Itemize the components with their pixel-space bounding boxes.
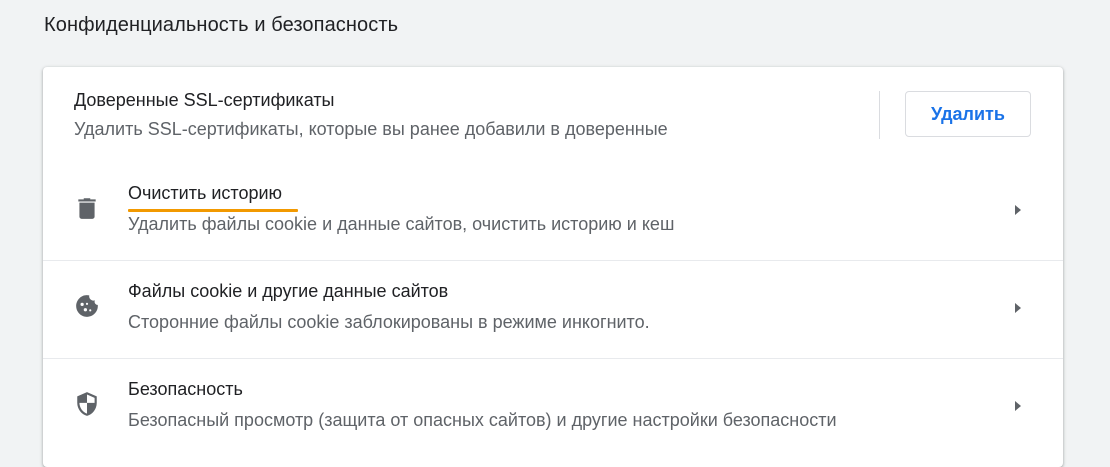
ssl-certificates-row: Доверенные SSL-сертификаты Удалить SSL-с… — [43, 67, 1063, 165]
ssl-certificates-subtitle: Удалить SSL-сертификаты, которые вы ране… — [74, 119, 668, 139]
shield-icon — [77, 392, 97, 416]
security-row[interactable]: Безопасность Безопасный просмотр (защита… — [43, 358, 1063, 457]
privacy-security-card: Доверенные SSL-сертификаты Удалить SSL-с… — [43, 67, 1063, 467]
section-title: Конфиденциальность и безопасность — [44, 14, 399, 36]
clear-history-title: Очистить историю — [128, 183, 283, 203]
trash-icon — [78, 198, 96, 219]
cookies-title: Файлы cookie и другие данные сайтов — [128, 281, 449, 301]
clear-history-subtitle: Удалить файлы cookie и данные сайтов, оч… — [128, 214, 675, 234]
cookie-icon — [76, 295, 98, 317]
arrow-right-icon — [1015, 303, 1021, 313]
vertical-divider — [879, 91, 880, 139]
ssl-certificates-title: Доверенные SSL-сертификаты — [74, 90, 335, 110]
arrow-right-icon — [1015, 205, 1021, 215]
delete-ssl-button[interactable]: Удалить — [905, 91, 1031, 137]
arrow-right-icon — [1015, 401, 1021, 411]
cookies-subtitle: Сторонние файлы cookie заблокированы в р… — [128, 312, 650, 332]
clear-history-row[interactable]: Очистить историю Удалить файлы cookie и … — [43, 163, 1063, 261]
security-title: Безопасность — [128, 379, 243, 399]
security-subtitle: Безопасный просмотр (защита от опасных с… — [128, 410, 837, 430]
cookies-row[interactable]: Файлы cookie и другие данные сайтов Стор… — [43, 260, 1063, 359]
highlight-underline — [128, 209, 298, 212]
